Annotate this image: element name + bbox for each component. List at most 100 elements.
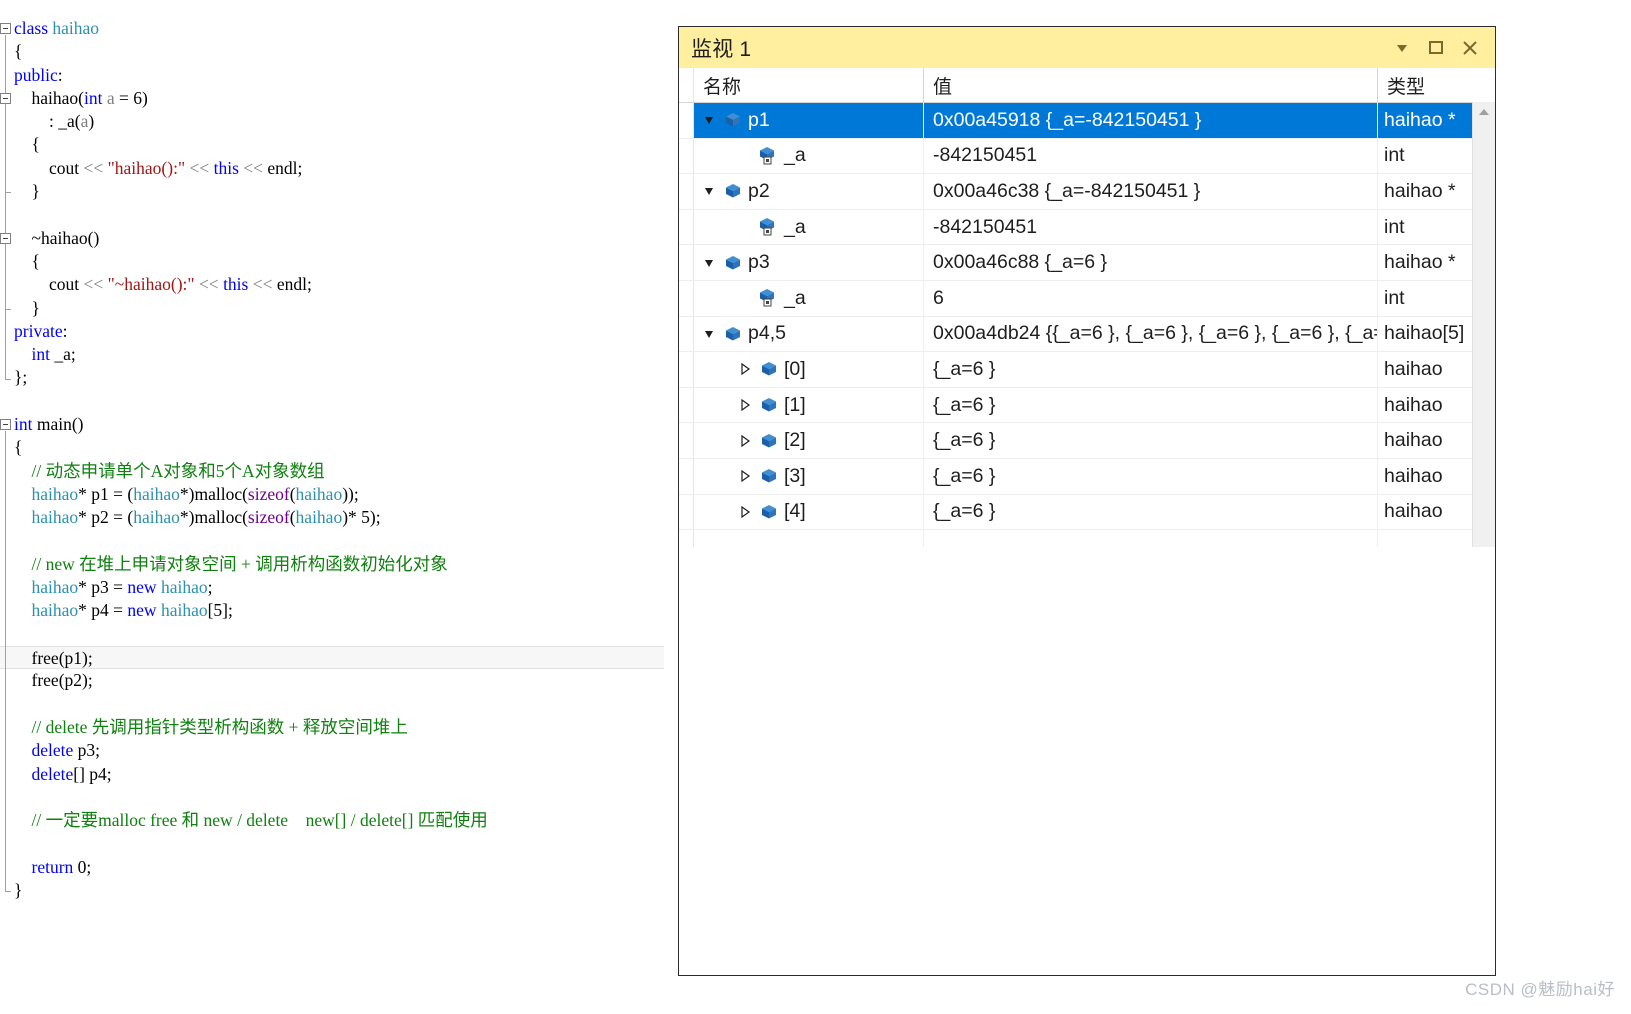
code-line[interactable]: return 0; [0, 856, 678, 879]
watch-value-cell[interactable]: {_a=6 } [924, 387, 1378, 423]
maximize-icon[interactable] [1419, 33, 1453, 63]
code-line[interactable]: haihao* p1 = (haihao*)malloc(sizeof(haih… [0, 483, 678, 506]
code-line[interactable]: haihao* p3 = new haihao; [0, 576, 678, 599]
code-line[interactable]: { [0, 133, 678, 156]
collapse-arrow-icon[interactable] [734, 505, 756, 519]
watch-name-cell[interactable]: [0] [694, 352, 924, 387]
code-text-area[interactable]: class haihao{public: haihao(int a = 6) :… [0, 17, 678, 902]
code-line[interactable]: int main() [0, 413, 678, 436]
fold-collapse-box[interactable] [0, 232, 11, 244]
watch-row[interactable]: p4,5 0x00a4db24 {{_a=6 }, {_a=6 }, {_a=6 … [679, 316, 1495, 353]
code-line[interactable] [0, 390, 678, 413]
watch-value-cell[interactable]: 0x00a46c88 {_a=6 } [924, 245, 1378, 280]
code-line[interactable] [0, 530, 678, 553]
watch-row[interactable]: _a -842150451 int [679, 209, 1495, 246]
close-icon[interactable] [1453, 33, 1487, 63]
code-line[interactable]: haihao* p4 = new haihao[5]; [0, 599, 678, 622]
watch-row[interactable]: [1] {_a=6 } haihao [679, 387, 1495, 424]
code-line[interactable]: ~haihao() [0, 227, 678, 250]
watch-value-cell[interactable]: 6 [924, 280, 1378, 316]
watch-name-cell[interactable]: p4,5 [694, 316, 924, 352]
expand-arrow-icon[interactable] [698, 184, 720, 198]
watch-value-cell[interactable]: 0x00a46c38 {_a=-842150451 } [924, 174, 1378, 209]
watch-value-cell[interactable]: -842150451 [924, 138, 1378, 174]
fold-collapse-box[interactable] [0, 92, 11, 104]
watch-name-cell[interactable]: p2 [694, 174, 924, 209]
watch-row[interactable]: p3 0x00a46c88 {_a=6 } haihao * [679, 245, 1495, 281]
collapse-arrow-icon[interactable] [734, 434, 756, 448]
collapse-arrow-icon[interactable] [734, 469, 756, 483]
watch-name-cell[interactable]: [4] [694, 494, 924, 530]
watch-name-cell[interactable]: [1] [694, 387, 924, 423]
watch-name-cell[interactable]: [3] [694, 458, 924, 494]
code-line[interactable]: { [0, 436, 678, 459]
watch-row[interactable]: _a -842150451 int [679, 138, 1495, 175]
code-line[interactable]: delete p3; [0, 739, 678, 762]
watch-value-cell[interactable]: {_a=6 } [924, 352, 1378, 387]
code-line[interactable]: } [0, 879, 678, 902]
watch-value-cell[interactable]: {_a=6 } [924, 423, 1378, 458]
code-line[interactable]: } [0, 297, 678, 320]
watch-value-cell[interactable]: 0x00a45918 {_a=-842150451 } [924, 103, 1378, 138]
code-line[interactable]: // delete 先调用指针类型析构函数 + 释放空间堆上 [0, 716, 678, 739]
code-line[interactable]: free(p2); [0, 669, 678, 692]
code-editor[interactable]: class haihao{public: haihao(int a = 6) :… [0, 0, 678, 1014]
expand-arrow-icon[interactable] [698, 256, 720, 270]
column-header-value[interactable]: 值 [924, 68, 1378, 102]
watch-row[interactable]: [0] {_a=6 } haihao [679, 352, 1495, 388]
watch-value-cell[interactable]: {_a=6 } [924, 494, 1378, 530]
code-line[interactable]: { [0, 250, 678, 273]
watch-name-cell[interactable]: p3 [694, 245, 924, 280]
watch-row[interactable]: p1 0x00a45918 {_a=-842150451 } haihao * [679, 103, 1495, 139]
code-line[interactable]: }; [0, 366, 678, 389]
watch-value-cell[interactable]: {_a=6 } [924, 458, 1378, 494]
code-line[interactable]: public: [0, 64, 678, 87]
code-line[interactable]: delete[] p4; [0, 763, 678, 786]
chevron-down-icon[interactable] [1385, 33, 1419, 63]
watch-row[interactable]: [2] {_a=6 } haihao [679, 423, 1495, 459]
code-line[interactable]: } [0, 180, 678, 203]
collapse-arrow-icon[interactable] [734, 362, 756, 376]
watch-row[interactable]: [3] {_a=6 } haihao [679, 458, 1495, 495]
code-line[interactable]: int _a; [0, 343, 678, 366]
watch-row[interactable]: [4] {_a=6 } haihao [679, 494, 1495, 531]
watch-vertical-scrollbar[interactable] [1472, 102, 1495, 547]
code-line[interactable] [0, 693, 678, 716]
watch-row[interactable]: p2 0x00a46c38 {_a=-842150451 } haihao * [679, 174, 1495, 210]
code-line[interactable] [0, 832, 678, 855]
code-line[interactable]: haihao(int a = 6) [0, 87, 678, 110]
fold-collapse-box[interactable] [0, 419, 11, 431]
code-line[interactable]: private: [0, 320, 678, 343]
column-header-name[interactable]: 名称 [694, 68, 924, 102]
expand-arrow-icon[interactable] [698, 327, 720, 341]
code-line[interactable] [0, 203, 678, 226]
collapse-arrow-icon[interactable] [734, 398, 756, 412]
code-line[interactable]: free(p1); [0, 646, 664, 670]
watch-name-cell[interactable] [694, 530, 924, 547]
code-line[interactable]: // new 在堆上申请对象空间 + 调用析构函数初始化对象 [0, 553, 678, 576]
code-line[interactable]: // 一定要malloc free 和 new / delete new[] /… [0, 809, 678, 832]
watch-row[interactable]: _a 6 int [679, 280, 1495, 317]
code-line[interactable]: class haihao [0, 17, 678, 40]
code-line[interactable]: haihao* p2 = (haihao*)malloc(sizeof(haih… [0, 506, 678, 529]
code-line[interactable]: { [0, 40, 678, 63]
watch-name-cell[interactable]: [2] [694, 423, 924, 458]
code-line[interactable]: // 动态申请单个A对象和5个A对象数组 [0, 460, 678, 483]
code-line[interactable]: cout << "~haihao():" << this << endl; [0, 273, 678, 296]
expand-arrow-icon[interactable] [698, 113, 720, 127]
code-line[interactable]: : _a(a) [0, 110, 678, 133]
watch-new-row[interactable] [679, 530, 1495, 547]
watch-name-cell[interactable]: _a [694, 209, 924, 245]
column-header-type[interactable]: 类型 [1378, 68, 1495, 102]
fold-collapse-box[interactable] [0, 23, 11, 34]
watch-value-cell[interactable]: 0x00a4db24 {{_a=6 }, {_a=6 }, {_a=6 }, {… [924, 316, 1378, 352]
scroll-up-arrow[interactable] [1473, 102, 1495, 122]
code-line[interactable] [0, 623, 678, 646]
watch-name-cell[interactable]: _a [694, 138, 924, 174]
watch-value-cell[interactable]: -842150451 [924, 209, 1378, 245]
watch-name-cell[interactable]: p1 [694, 103, 924, 138]
code-line[interactable]: cout << "haihao():" << this << endl; [0, 157, 678, 180]
watch-value-cell[interactable] [924, 530, 1378, 547]
code-line[interactable] [0, 786, 678, 809]
watch-name-cell[interactable]: _a [694, 280, 924, 316]
